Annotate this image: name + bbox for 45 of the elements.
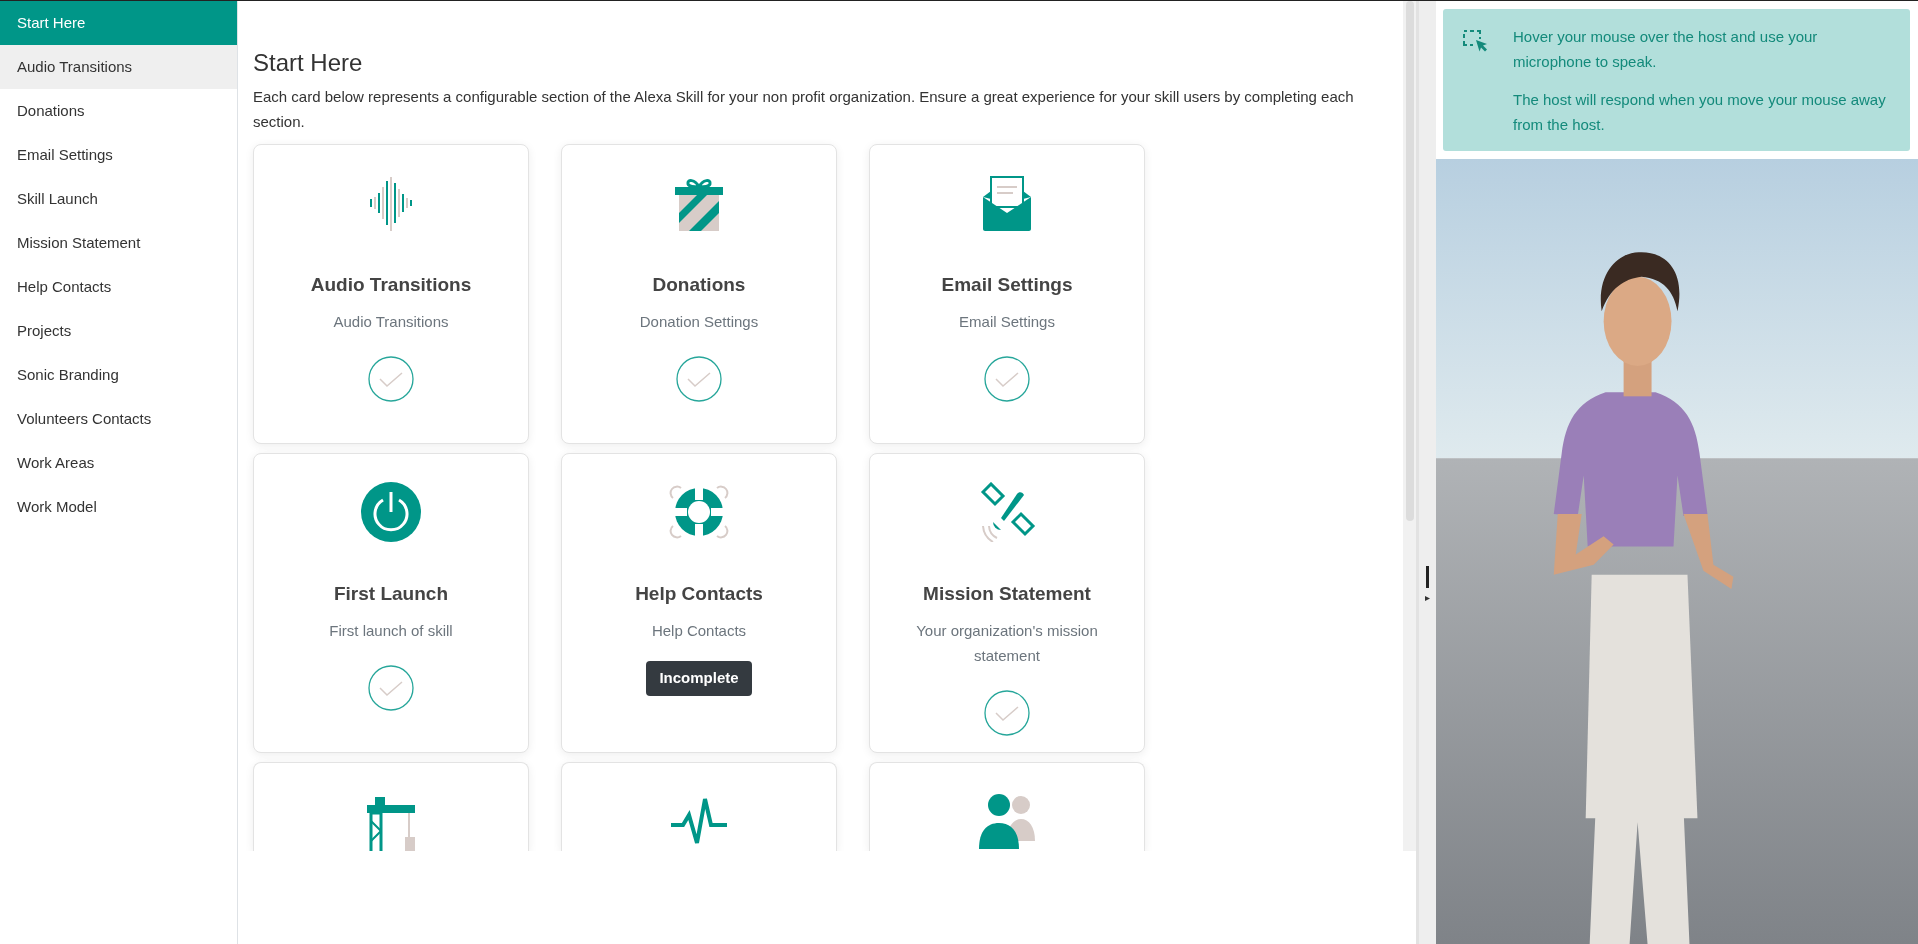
scrollbar-thumb[interactable] <box>1406 1 1414 521</box>
card-subtitle: Email Settings <box>958 312 1056 333</box>
sidebar-item[interactable]: Work Areas <box>0 441 237 485</box>
card-title: First Launch <box>334 581 448 606</box>
card-title: Email Settings <box>941 272 1073 297</box>
card-title: Donations <box>652 272 746 297</box>
section-card[interactable]: Mission Statement Your organization's mission statement <box>869 452 1145 753</box>
section-card[interactable]: Help Contacts Help Contacts Incomplete <box>561 452 837 753</box>
section-card[interactable]: First Launch First launch of skill <box>253 452 529 753</box>
section-card[interactable]: Audio Transitions Audio Transitions <box>253 143 529 444</box>
sidebar-item[interactable]: Help Contacts <box>0 265 237 309</box>
card-subtitle: Your organization's mission statement <box>915 621 1099 667</box>
scrollbar[interactable] <box>1403 1 1416 851</box>
notice-text: The host will respond when you move your mouse away from the host. <box>1513 90 1887 135</box>
sidebar-item[interactable]: Work Model <box>0 485 237 529</box>
notice-text: Hover your mouse over the host and use your microphone to speak. <box>1513 27 1819 72</box>
status-badge: Incomplete <box>646 661 752 696</box>
card-subtitle: Help Contacts <box>650 621 748 642</box>
section-card[interactable]: Donations Donation Settings <box>561 143 837 444</box>
card-subtitle: First launch of skill <box>328 621 454 642</box>
page-title: Start Here <box>253 49 364 78</box>
sidebar-item[interactable]: Audio Transitions <box>0 45 237 89</box>
section-card[interactable] <box>869 761 1145 851</box>
splitter[interactable] <box>1416 1 1436 944</box>
card-title: Audio Transitions <box>310 272 472 297</box>
sidebar-item[interactable]: Sonic Branding <box>0 353 237 397</box>
sidebar-item[interactable]: Start Here <box>0 1 237 45</box>
sidebar-item[interactable]: Mission Statement <box>0 221 237 265</box>
sidebar-item[interactable]: Projects <box>0 309 237 353</box>
select-cursor-icon <box>1463 30 1489 54</box>
cursor-icon <box>1425 596 1430 601</box>
page-description: Each card below represents a configurable section of the Alexa Skill for your non profit organization. Ensure a great experience for your skill users by completing each section. <box>253 86 1355 132</box>
resize-handle-icon[interactable] <box>1426 566 1429 588</box>
card-subtitle: Audio Transitions <box>332 312 450 333</box>
power-icon <box>361 481 421 542</box>
section-card[interactable]: Email Settings Email Settings <box>869 143 1145 444</box>
sidebar-item[interactable]: Email Settings <box>0 133 237 177</box>
card-subtitle: Donation Settings <box>638 312 760 333</box>
sidebar-item[interactable]: Volunteers Contacts <box>0 397 237 441</box>
card-title: Mission Statement <box>923 581 1091 606</box>
sidebar-item[interactable]: Donations <box>0 89 237 133</box>
section-card[interactable] <box>253 761 529 851</box>
card-title: Help Contacts <box>635 581 763 606</box>
section-card[interactable] <box>561 761 837 851</box>
sidebar-item[interactable]: Skill Launch <box>0 177 237 221</box>
